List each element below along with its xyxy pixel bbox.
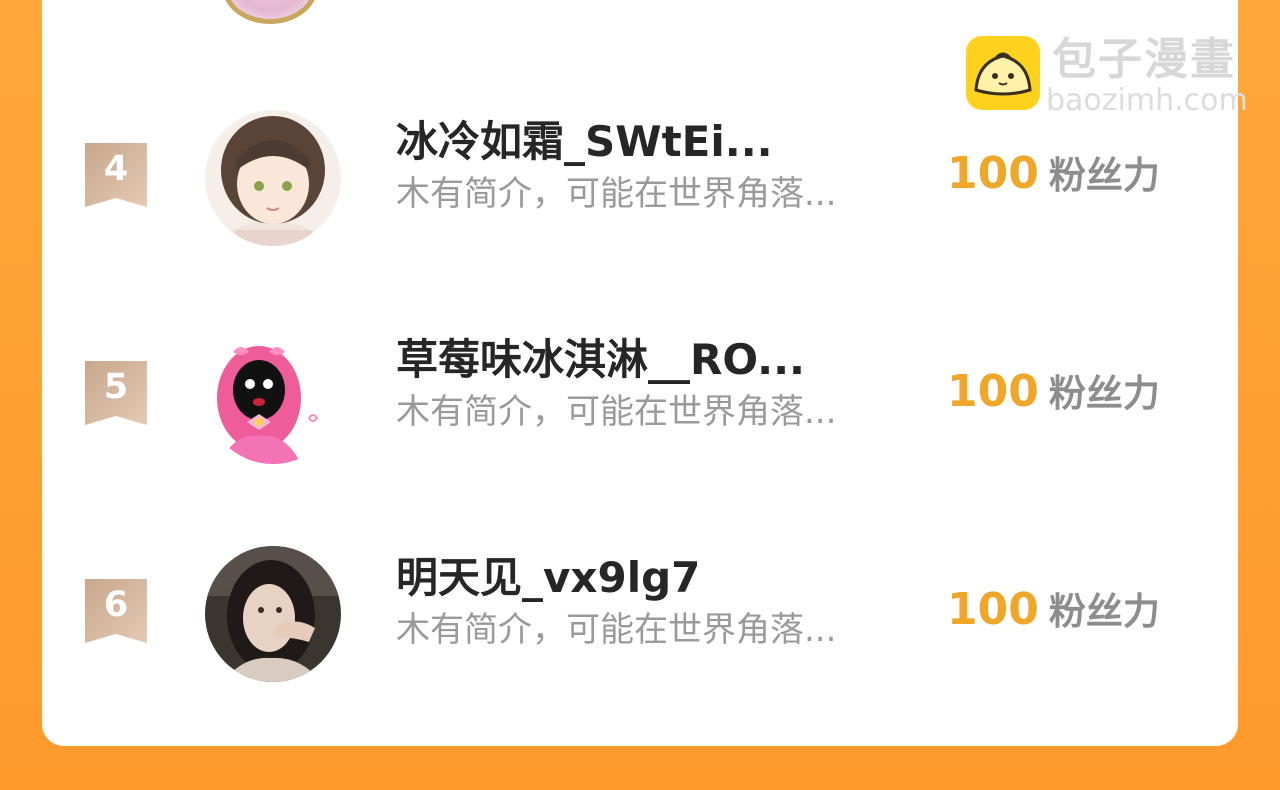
fans-count: 100: [947, 584, 1039, 635]
rank-badge: 6: [85, 579, 147, 643]
fans-count: 100: [947, 148, 1039, 199]
user-avatar[interactable]: [205, 546, 341, 682]
rank-badge: 4: [85, 143, 147, 207]
fans-power: 100 粉丝力: [947, 367, 1160, 427]
user-avatar[interactable]: [205, 328, 341, 464]
user-bio: 木有简介，可能在世界角落...: [396, 610, 837, 650]
rank-number: 6: [103, 585, 129, 625]
user-avatar[interactable]: [205, 110, 341, 246]
user-name[interactable]: 冰冷如霜_SWtEi...: [396, 116, 773, 168]
watermark-title: 包子漫畫: [1052, 34, 1236, 85]
fans-label: 粉丝力: [1048, 372, 1160, 415]
fans-power: 100 粉丝力: [947, 585, 1160, 645]
rank-number: 4: [103, 149, 129, 189]
user-name[interactable]: 草莓味冰淇淋__RO...: [396, 334, 805, 386]
user-name[interactable]: 明天见_vx9lg7: [396, 552, 700, 604]
watermark-url: baozimh.com: [1046, 83, 1248, 118]
fans-label: 粉丝力: [1048, 154, 1160, 197]
rank-badge: 5: [85, 361, 147, 425]
fans-label: 粉丝力: [1048, 590, 1160, 633]
site-watermark: 包子漫畫 baozimh.com: [966, 34, 1266, 118]
ranking-row-5[interactable]: 5 草莓味冰淇淋__RO... 木有简介，可能在世界角落... 100 粉丝力: [0, 303, 1280, 464]
user-bio: 木有简介，可能在世界角落...: [396, 174, 837, 214]
fans-count: 100: [947, 366, 1039, 417]
user-bio: 木有简介，可能在世界角落...: [396, 392, 837, 432]
ranking-row-6[interactable]: 6 明天见_vx9lg7 木有简介，可能在世界角落... 100 粉丝力: [0, 521, 1280, 682]
bun-mascot-icon: [966, 36, 1040, 110]
rank-number: 5: [103, 367, 129, 407]
fans-power: 100 粉丝力: [947, 149, 1160, 209]
